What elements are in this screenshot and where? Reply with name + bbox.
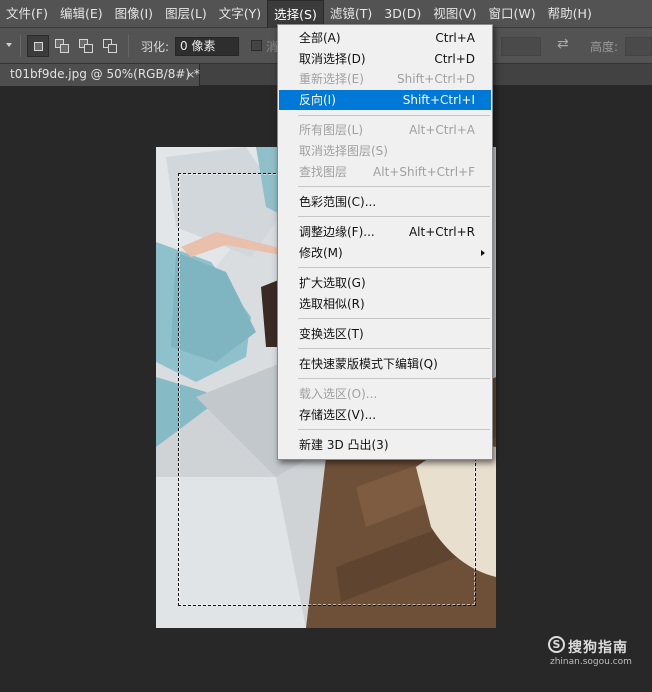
new-selection-icon [34,42,43,51]
menu-item-find-layers[interactable]: 查找图层 Alt+Shift+Ctrl+F [279,162,491,182]
menu-item-deselect-layers[interactable]: 取消选择图层(S) [279,141,491,161]
height-label: 高度: [590,40,619,54]
menu-item-color-range[interactable]: 色彩范围(C)... [279,192,491,212]
menu-divider [298,348,490,349]
menu-item-modify[interactable]: 修改(M) [279,243,491,263]
menu-divider [298,186,490,187]
menu-item-reselect[interactable]: 重新选择(E) Shift+Ctrl+D [279,69,491,89]
menu-divider [298,267,490,268]
height-input[interactable] [625,37,652,56]
menu-item-all-layers[interactable]: 所有图层(L) Alt+Ctrl+A [279,120,491,140]
menu-layer[interactable]: 图层(L) [159,0,213,28]
options-divider [20,35,21,57]
menu-edit[interactable]: 编辑(E) [54,0,109,28]
watermark-brand: 搜狗指南 [568,640,628,656]
menu-item-grow[interactable]: 扩大选取(G) [279,273,491,293]
menu-item-refine-edge[interactable]: 调整边缘(F)... Alt+Ctrl+R [279,222,491,242]
menu-item-transform-selection[interactable]: 变换选区(T) [279,324,491,344]
menu-divider [298,318,490,319]
swap-dimensions-icon[interactable]: ⇄ [557,36,569,52]
select-menu: 全部(A) Ctrl+A 取消选择(D) Ctrl+D 重新选择(E) Shif… [277,24,493,460]
watermark-url: zhinan.sogou.com [550,657,632,667]
subtract-from-selection-button[interactable] [75,35,97,57]
tool-preset-dropdown-icon[interactable] [6,43,12,47]
menu-type[interactable]: 文字(Y) [213,0,267,28]
new-selection-button[interactable] [27,35,49,57]
menu-item-inverse[interactable]: 反向(I) Shift+Ctrl+I [279,90,491,110]
menu-divider [298,216,490,217]
sogou-logo-icon: S [548,636,565,653]
feather-input[interactable]: 0 像素 [175,37,239,56]
add-to-selection-button[interactable] [51,35,73,57]
menu-item-quick-mask[interactable]: 在快速蒙版模式下编辑(Q) [279,354,491,374]
submenu-arrow-icon [481,250,485,256]
close-icon[interactable]: × [186,64,195,85]
menu-help[interactable]: 帮助(H) [542,0,598,28]
intersect-selection-button[interactable] [99,35,121,57]
menu-divider [298,378,490,379]
menu-image[interactable]: 图像(I) [109,0,159,28]
menu-item-new-3d-extrusion[interactable]: 新建 3D 凸出(3) [279,435,491,455]
menu-item-load-selection[interactable]: 载入选区(O)... [279,384,491,404]
menu-item-save-selection[interactable]: 存储选区(V)... [279,405,491,425]
menu-divider [298,115,490,116]
document-tab[interactable]: t01bf9de.jpg @ 50%(RGB/8#) * × [0,64,200,86]
width-input[interactable] [501,37,541,56]
document-tab-title: t01bf9de.jpg @ 50%(RGB/8#) * [10,67,200,81]
menu-item-deselect[interactable]: 取消选择(D) Ctrl+D [279,49,491,69]
menu-item-all[interactable]: 全部(A) Ctrl+A [279,28,491,48]
menu-item-similar[interactable]: 选取相似(R) [279,294,491,314]
menu-divider [298,429,490,430]
antialias-checkbox[interactable] [251,40,262,51]
menu-file[interactable]: 文件(F) [0,0,54,28]
feather-label: 羽化: [141,40,170,54]
